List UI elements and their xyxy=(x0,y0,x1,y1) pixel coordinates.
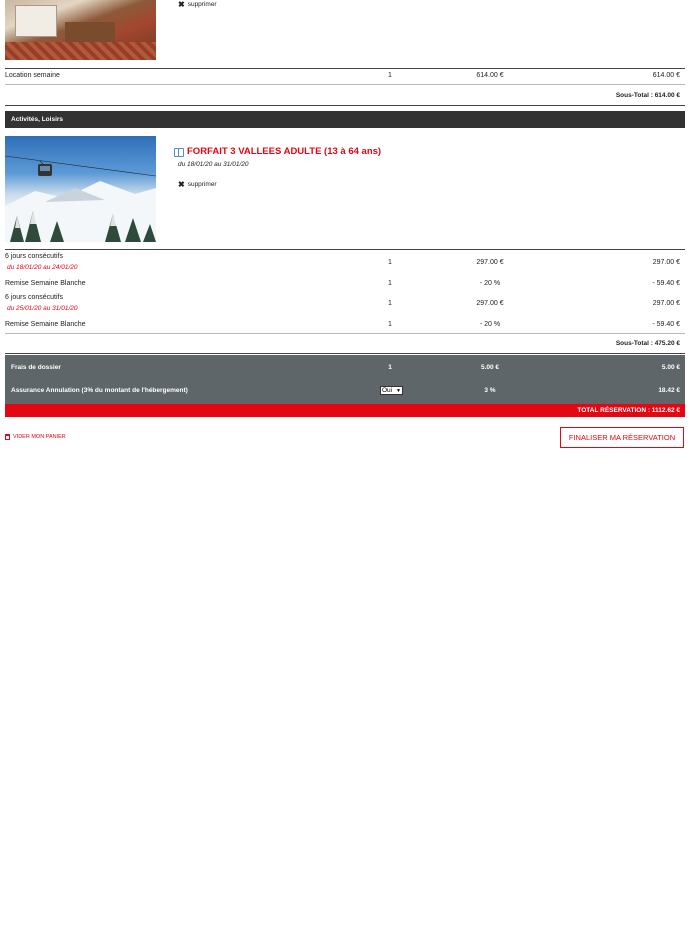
empty-cart-link[interactable]: VIDER MON PANIER xyxy=(5,434,66,440)
insurance-select[interactable]: Oui ▼ xyxy=(380,386,403,395)
activity-row-total: - 59.40 € xyxy=(652,280,680,287)
book-icon xyxy=(174,148,184,157)
product-title[interactable]: FORFAIT 3 VALLEES ADULTE (13 à 64 ans) xyxy=(187,146,381,157)
lodging-subtotal: Sous-Total : 614.00 € xyxy=(615,92,680,99)
delete-icon: ✖ xyxy=(178,180,185,189)
fees-row-unit: 3 % xyxy=(484,387,496,394)
delete-label: supprimer xyxy=(187,1,217,8)
lodging-row-qty: 1 xyxy=(388,72,392,79)
section-title: Activités, Loisirs xyxy=(11,116,64,123)
activity-row-label: Remise Semaine Blanche xyxy=(5,321,86,328)
grand-total-bar: TOTAL RÉSERVATION : 1112.62 € xyxy=(5,404,685,417)
fees-row-qty: 1 xyxy=(388,364,392,371)
activity-row-dates: du 18/01/20 au 24/01/20 xyxy=(7,264,78,271)
activity-row-unit: - 20 % xyxy=(479,321,501,328)
activity-row-label: Remise Semaine Blanche xyxy=(5,280,86,287)
delete-icon: ✖ xyxy=(178,0,185,9)
fees-row-label: Assurance Annulation (3% du montant de l… xyxy=(11,387,188,394)
lodging-row-unit: 614.00 € xyxy=(476,72,504,79)
activity-row-qty: 1 xyxy=(388,259,392,266)
delete-room-link[interactable]: ✖ supprimer xyxy=(178,0,217,9)
activity-row-label: 6 jours consécutifs xyxy=(5,294,63,301)
delete-product-link[interactable]: ✖ supprimer xyxy=(178,180,217,189)
fees-block: Frais de dossier 1 5.00 € 5.00 € Assuran… xyxy=(5,355,685,404)
product-title-row: FORFAIT 3 VALLEES ADULTE (13 à 64 ans) xyxy=(174,146,381,157)
grand-total: TOTAL RÉSERVATION : 1112.62 € xyxy=(577,407,680,414)
fees-row-unit: 5.00 € xyxy=(480,364,500,371)
activity-row-qty: 1 xyxy=(388,300,392,307)
activity-row-qty: 1 xyxy=(388,280,392,287)
ski-lift-photo xyxy=(5,136,156,242)
lodging-row-total: 614.00 € xyxy=(652,72,680,79)
activity-row-unit: 297.00 € xyxy=(476,259,504,266)
ski-lift-illustration xyxy=(5,155,156,242)
activity-row-total: 297.00 € xyxy=(652,300,680,307)
chevron-down-icon: ▼ xyxy=(396,387,401,394)
lodging-row-label: Location semaine xyxy=(5,72,60,79)
activity-row-qty: 1 xyxy=(388,321,392,328)
empty-cart-label: VIDER MON PANIER xyxy=(13,434,66,440)
activities-subtotal: Sous-Total : 475.20 € xyxy=(615,340,680,347)
delete-label: supprimer xyxy=(187,181,217,188)
trash-icon xyxy=(5,434,10,440)
finalize-button[interactable]: FINALISER MA RÉSERVATION xyxy=(560,427,684,448)
fees-row-label: Frais de dossier xyxy=(11,364,61,371)
activities-section-header: Activités, Loisirs xyxy=(5,111,685,128)
activity-row-unit: 297.00 € xyxy=(476,300,504,307)
activity-row-unit: - 20 % xyxy=(479,280,501,287)
activity-row-total: - 59.40 € xyxy=(652,321,680,328)
fees-row-total: 18.42 € xyxy=(658,387,680,394)
fees-row-total: 5.00 € xyxy=(661,364,680,371)
activity-row-label: 6 jours consécutifs xyxy=(5,253,63,260)
activity-row-dates: du 25/01/20 au 31/01/20 xyxy=(7,305,78,312)
product-dates: du 18/01/20 au 31/01/20 xyxy=(178,161,249,168)
activity-row-total: 297.00 € xyxy=(652,259,680,266)
room-photo xyxy=(5,0,156,60)
finalize-label: FINALISER MA RÉSERVATION xyxy=(568,433,676,442)
insurance-select-value: Oui xyxy=(382,387,393,394)
